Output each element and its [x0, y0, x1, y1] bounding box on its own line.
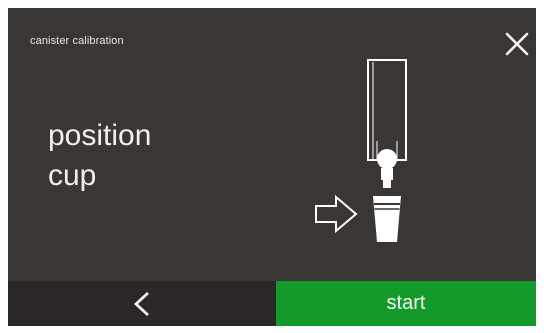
close-button[interactable]	[503, 30, 531, 58]
position-cup-illustration	[315, 59, 407, 242]
canister-icon	[367, 59, 407, 188]
chevron-left-icon	[133, 291, 149, 317]
cup-icon	[373, 196, 401, 242]
back-button[interactable]	[8, 281, 276, 326]
calibration-screen: canister calibration position cup start	[8, 8, 536, 326]
screen-title: canister calibration	[30, 35, 124, 47]
instruction-text: position cup	[48, 116, 151, 196]
start-button[interactable]: start	[276, 281, 536, 326]
close-icon	[505, 32, 529, 56]
instruction-line-1: position	[48, 119, 152, 152]
bottom-button-bar: start	[8, 281, 536, 326]
instruction-line-2: cup	[48, 159, 97, 192]
arrow-right-icon	[315, 194, 358, 234]
